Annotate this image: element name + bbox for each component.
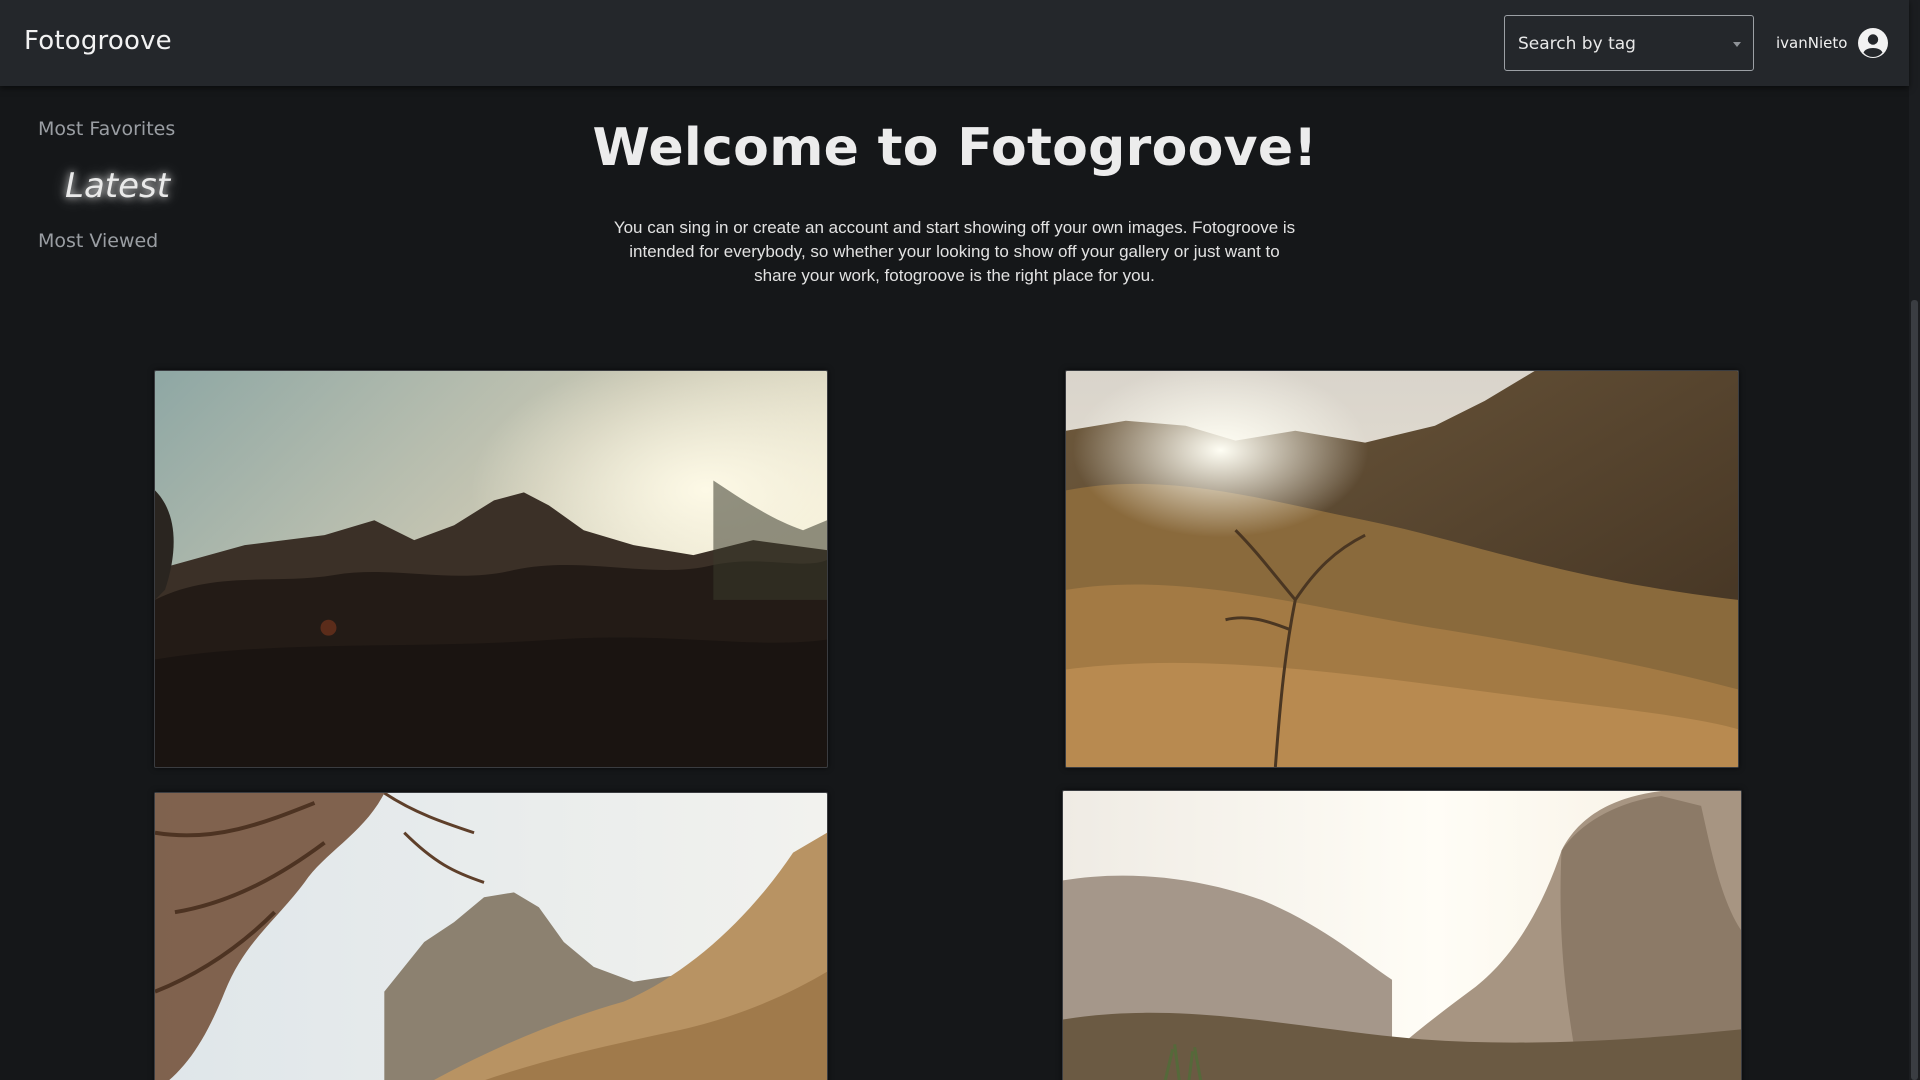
page-title: Welcome to Fotogroove!: [592, 118, 1318, 178]
top-navbar: Fotogroove Search by tag ivanNieto: [0, 0, 1909, 86]
sidebar-item-most-favorites[interactable]: Most Favorites: [38, 118, 175, 140]
gallery-photo[interactable]: [1062, 790, 1742, 1080]
account-circle-icon: [1857, 27, 1889, 59]
tag-search-select[interactable]: Search by tag: [1504, 15, 1754, 71]
chevron-down-icon: [1733, 42, 1741, 47]
username: ivanNieto: [1776, 34, 1848, 52]
user-menu[interactable]: ivanNieto: [1776, 27, 1889, 59]
intro-text: You can sing in or create an account and…: [613, 218, 1296, 285]
scrollbar-thumb[interactable]: [1911, 300, 1918, 1080]
gallery-photo[interactable]: [1065, 370, 1739, 768]
tag-search-placeholder: Search by tag: [1518, 34, 1636, 54]
brand-logo[interactable]: Fotogroove: [24, 26, 172, 56]
sidebar-item-most-viewed[interactable]: Most Viewed: [38, 230, 158, 252]
gallery-photo[interactable]: [154, 792, 828, 1080]
sidebar-item-latest[interactable]: Latest: [65, 166, 170, 206]
gallery-photo[interactable]: [154, 370, 828, 768]
